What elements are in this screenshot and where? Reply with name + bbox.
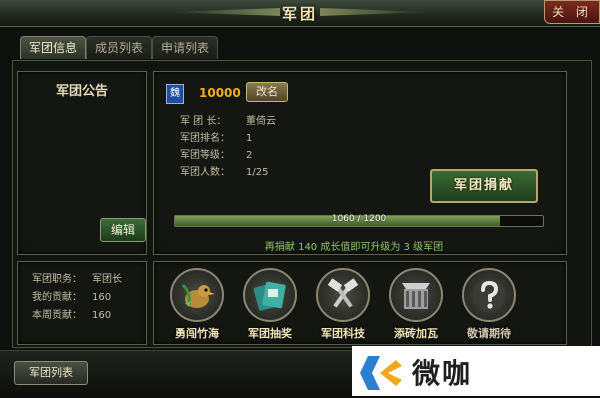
feature-label: 敬请期待 bbox=[467, 327, 511, 340]
stat-label: 我的贡献： bbox=[32, 292, 82, 303]
feature-technology[interactable]: 军团科技 bbox=[310, 268, 376, 346]
stat-value: 160 bbox=[92, 310, 112, 321]
member-stats-box: 军团职务： 军团长 我的贡献： 160 本周贡献： 160 bbox=[17, 261, 147, 345]
feature-label: 勇闯竹海 bbox=[175, 327, 219, 340]
legion-points: 10000 bbox=[199, 86, 241, 100]
legion-list-button[interactable]: 军团列表 bbox=[14, 361, 88, 385]
watermark-text: 微咖 bbox=[412, 357, 473, 390]
info-row-rank: 军团排名： 1 bbox=[180, 129, 252, 144]
feature-build[interactable]: 添砖加瓦 bbox=[383, 268, 449, 346]
feature-label: 添砖加瓦 bbox=[394, 327, 438, 340]
edit-notice-button[interactable]: 编辑 bbox=[100, 218, 146, 242]
stat-row-position: 军团职务： 军团长 bbox=[32, 270, 122, 285]
info-label: 军团排名： bbox=[180, 133, 230, 144]
info-label: 军 团 长： bbox=[180, 116, 227, 127]
window-title: 军团 bbox=[281, 5, 318, 23]
notice-title: 军团公告 bbox=[55, 84, 108, 99]
growth-progress-text: 1060 / 1200 bbox=[331, 214, 387, 224]
feature-bamboo-sea[interactable]: 勇闯竹海 bbox=[164, 268, 230, 346]
tab-application-list[interactable]: 申请列表 bbox=[152, 36, 218, 59]
tab-legion-info[interactable]: 军团信息 bbox=[20, 36, 86, 59]
feature-label: 军团科技 bbox=[321, 327, 365, 340]
tab-member-list[interactable]: 成员列表 bbox=[86, 36, 152, 59]
info-row-members: 军团人数： 1/25 bbox=[180, 163, 268, 178]
info-row-leader: 军 团 长： 董倚云 bbox=[180, 112, 276, 127]
question-icon bbox=[462, 268, 516, 322]
stat-value: 160 bbox=[92, 292, 112, 303]
stat-value: 军团长 bbox=[92, 274, 122, 285]
tools-icon bbox=[316, 268, 370, 322]
feature-lottery[interactable]: 军团抽奖 bbox=[237, 268, 303, 346]
notice-box: 军团公告 编辑 bbox=[17, 71, 147, 255]
info-value: 1/25 bbox=[246, 167, 269, 178]
donate-button[interactable]: 军团捐献 bbox=[430, 169, 538, 203]
watermark-overlay bbox=[352, 346, 600, 396]
close-button[interactable]: 关 闭 bbox=[544, 0, 600, 24]
feature-coming-soon[interactable]: 敬请期待 bbox=[456, 268, 522, 346]
info-value: 2 bbox=[246, 150, 253, 161]
stat-row-weekly: 本周贡献： 160 bbox=[32, 306, 111, 321]
rename-button[interactable]: 改名 bbox=[246, 82, 288, 102]
bird-icon bbox=[170, 268, 224, 322]
info-value: 1 bbox=[246, 133, 253, 144]
wall-icon bbox=[389, 268, 443, 322]
info-row-level: 军团等级： 2 bbox=[180, 146, 252, 161]
watermark-logo-icon bbox=[360, 356, 402, 390]
stat-row-contribution: 我的贡献： 160 bbox=[32, 288, 111, 303]
feature-label: 军团抽奖 bbox=[248, 327, 292, 340]
faction-badge: 魏 bbox=[166, 84, 184, 104]
title-bar: 军团 关 闭 bbox=[0, 0, 600, 27]
upgrade-message: 再捐献 140 成长值即可升级为 3 级军团 bbox=[264, 242, 444, 253]
features-box: 勇闯竹海 军团抽奖 军团科技 添砖加瓦 敬请期待 bbox=[153, 261, 567, 345]
main-panel: 军团公告 编辑 魏 10000 改名 军 团 长： 董倚云 军团排名： 1 军团等级… bbox=[12, 60, 592, 348]
growth-progress-bar: 1060 / 1200 bbox=[174, 214, 544, 227]
stat-label: 本周贡献： bbox=[32, 310, 82, 321]
info-label: 军团等级： bbox=[180, 150, 230, 161]
legion-info-box: 魏 10000 改名 军 团 长： 董倚云 军团排名： 1 军团等级： 2 军团人数：… bbox=[153, 71, 567, 255]
info-value: 董倚云 bbox=[246, 116, 276, 127]
cards-icon bbox=[243, 268, 297, 322]
info-label: 军团人数： bbox=[180, 167, 230, 178]
stat-label: 军团职务： bbox=[32, 274, 82, 285]
